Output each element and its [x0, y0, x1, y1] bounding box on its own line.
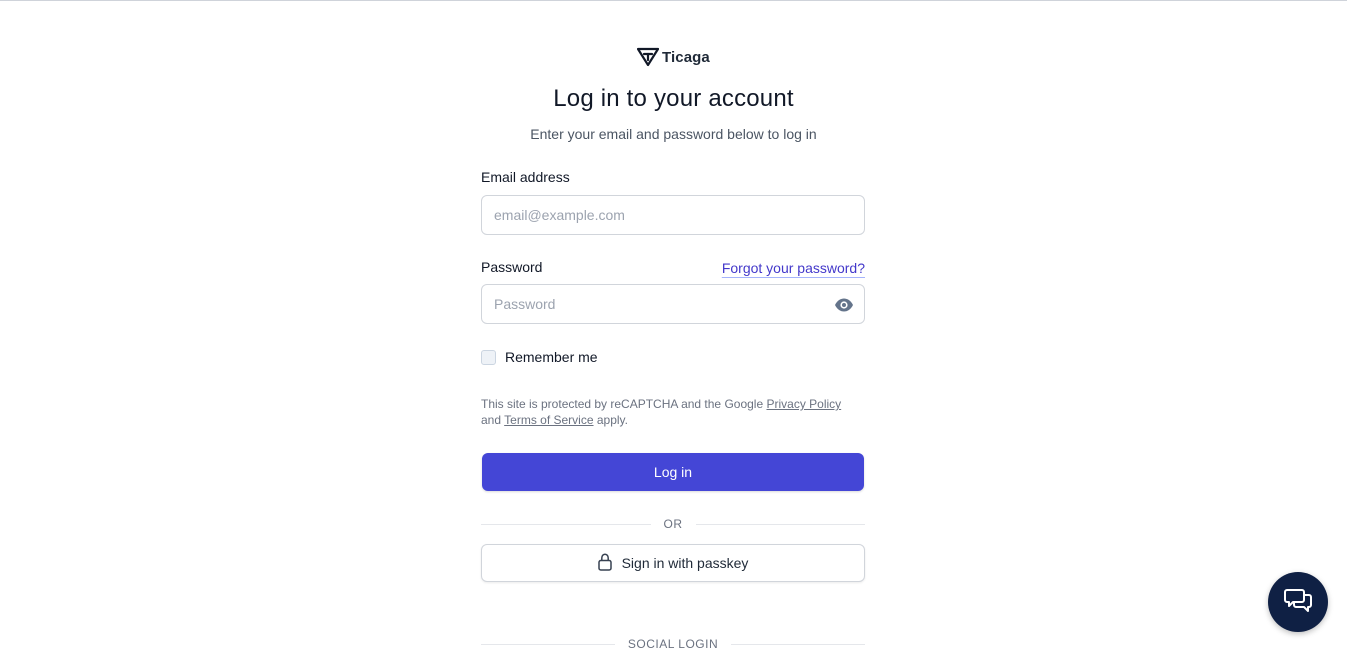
chat-button[interactable] — [1268, 572, 1328, 632]
passkey-button[interactable]: Sign in with passkey — [481, 544, 865, 582]
remember-me-checkbox[interactable] — [481, 349, 496, 365]
remember-me-label[interactable]: Remember me — [505, 349, 598, 365]
login-page: Ticaga Log in to your account Enter your… — [0, 0, 1347, 651]
terms-of-service-link[interactable]: Terms of Service — [504, 413, 593, 427]
eye-icon[interactable] — [834, 296, 854, 314]
chat-bubbles-icon — [1284, 587, 1312, 618]
email-field[interactable]: email@example.com — [481, 195, 865, 235]
divider-line — [731, 643, 865, 645]
social-login-divider-text: SOCIAL LOGIN — [627, 637, 719, 651]
recaptcha-text-prefix: This site is protected by reCAPTCHA and … — [481, 397, 764, 411]
divider-line — [481, 643, 615, 645]
or-divider: OR — [481, 516, 865, 532]
recaptcha-notice: This site is protected by reCAPTCHA and … — [481, 396, 865, 428]
password-field[interactable]: Password — [481, 284, 865, 324]
email-placeholder: email@example.com — [494, 207, 625, 223]
email-label: Email address — [481, 169, 570, 185]
recaptcha-text-suffix: apply. — [596, 413, 628, 427]
divider-line — [695, 523, 865, 525]
lock-icon — [597, 552, 612, 574]
password-placeholder: Password — [494, 296, 556, 312]
passkey-button-label: Sign in with passkey — [621, 555, 749, 571]
login-button-label: Log in — [653, 464, 693, 480]
forgot-password-link[interactable]: Forgot your password? — [722, 260, 865, 276]
or-divider-text: OR — [663, 517, 683, 531]
social-login-divider: SOCIAL LOGIN — [481, 636, 865, 652]
login-button[interactable]: Log in — [482, 453, 864, 491]
password-label: Password — [481, 259, 543, 275]
divider-line — [481, 523, 651, 525]
recaptcha-text-middle: and — [481, 413, 502, 427]
privacy-policy-link[interactable]: Privacy Policy — [766, 397, 841, 411]
login-form: Email address email@example.com Password… — [481, 0, 865, 651]
remember-me-row: Remember me — [481, 349, 598, 365]
